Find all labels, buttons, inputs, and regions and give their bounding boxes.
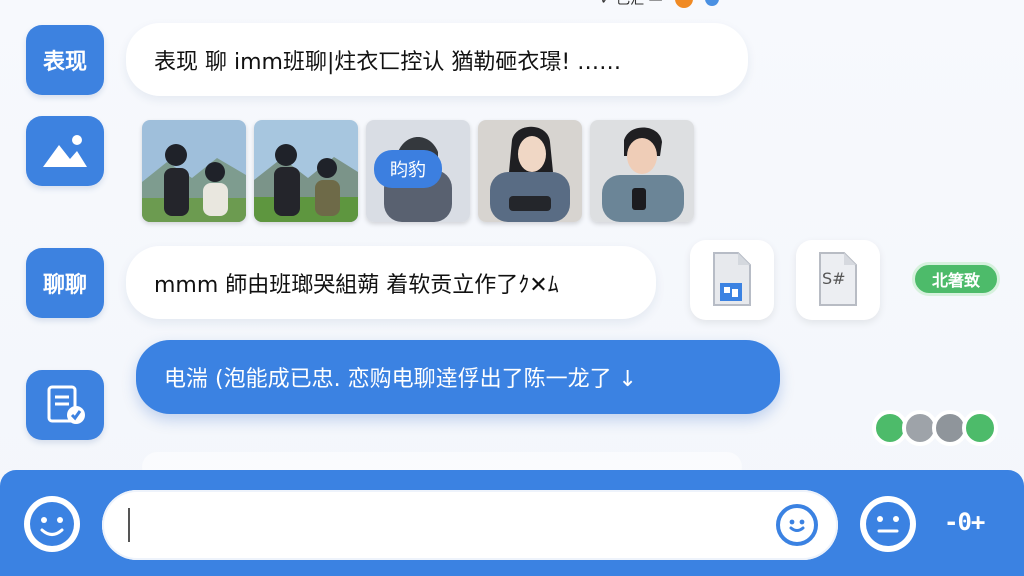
photo-thumbnail[interactable] [478, 120, 582, 222]
green-pill-label: 北箸致 [931, 271, 980, 290]
image-file-card[interactable] [690, 240, 774, 320]
emoji-button[interactable] [24, 496, 80, 552]
message-text: 电湍 (泡能成已忠. 恋购电聊逹俘出了陈一龙了 ↓ [164, 367, 637, 392]
photo-thumbnail[interactable] [590, 120, 694, 222]
top-status-fragment: ✓ 已汇 — [600, 0, 894, 8]
message-bubble[interactable]: 表现 聊 imm班聊|炷衣匸控认 猶勒砸衣璟! …… [126, 23, 748, 96]
file-type-label: S# [822, 269, 846, 288]
avatar-label: 表现 [42, 50, 87, 75]
status-icons [872, 410, 998, 446]
message-text: mmm 師由班瑯哭組蒴 着软贡立作了ｸ✕ﾑ [154, 272, 559, 298]
blue-status-dot [704, 0, 719, 6]
image-icon [43, 135, 87, 167]
plus-menu-icon[interactable]: -0+ [944, 508, 985, 536]
sent-message-bubble[interactable]: 电湍 (泡能成已忠. 恋购电聊逹俘出了陈一龙了 ↓ [136, 340, 780, 414]
top-fragment-text: ✓ 已汇 — [600, 0, 663, 8]
emoji-icon [30, 502, 74, 546]
neutral-face-icon [866, 502, 910, 546]
avatar-badge[interactable]: 表现 [26, 25, 104, 95]
photo-thumbnail[interactable]: 盷豹 [366, 120, 470, 222]
chat-screen: ✓ 已汇 — 表现 表现 聊 imm班聊|炷衣匸控认 猶勒砸衣璟! …… 盷豹 … [0, 0, 1024, 576]
neutral-face-button[interactable] [860, 496, 916, 552]
avatar-badge[interactable]: 聊聊 [26, 248, 104, 318]
avatar-label: 聊聊 [42, 273, 87, 298]
emoji-icon[interactable] [776, 504, 818, 546]
photo-tag: 盷豹 [374, 150, 442, 188]
green-status-pill[interactable]: 北箸致 [912, 262, 1000, 296]
document-avatar[interactable] [26, 370, 104, 440]
document-file-card[interactable]: S# [796, 240, 880, 320]
green-dot-icon [962, 410, 998, 446]
photo-gallery: 盷豹 [142, 120, 694, 222]
photo-thumbnail[interactable] [142, 120, 246, 222]
file-icon [713, 252, 751, 306]
image-avatar[interactable] [26, 116, 104, 186]
message-text: 表现 聊 imm班聊|炷衣匸控认 猶勒砸衣璟! …… [154, 49, 622, 75]
document-check-icon [47, 385, 85, 424]
message-bubble[interactable]: mmm 師由班瑯哭組蒴 着软贡立作了ｸ✕ﾑ [126, 246, 656, 319]
orange-status-dot [674, 0, 693, 8]
message-input[interactable] [102, 490, 838, 560]
text-cursor [128, 508, 130, 542]
photo-thumbnail[interactable] [254, 120, 358, 222]
